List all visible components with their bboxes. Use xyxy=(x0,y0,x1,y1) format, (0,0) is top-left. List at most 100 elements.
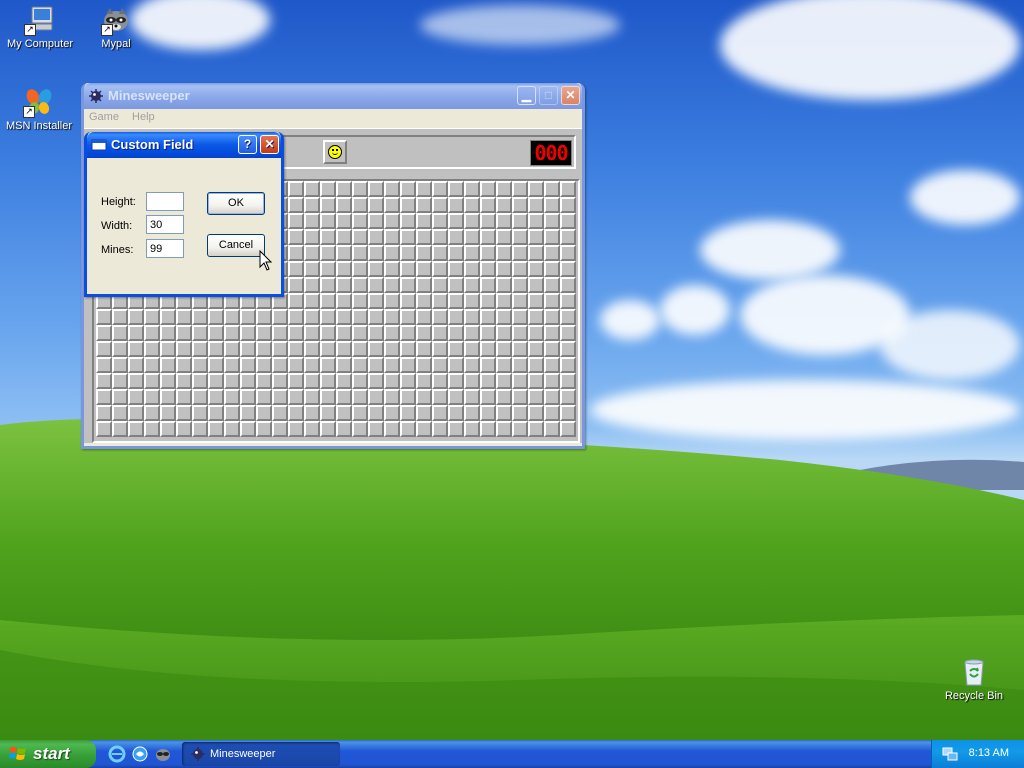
mine-cell[interactable] xyxy=(480,293,496,309)
mine-cell[interactable] xyxy=(560,309,576,325)
mine-cell[interactable] xyxy=(496,309,512,325)
mine-cell[interactable] xyxy=(496,261,512,277)
mine-cell[interactable] xyxy=(384,197,400,213)
mine-cell[interactable] xyxy=(544,213,560,229)
mine-cell[interactable] xyxy=(160,357,176,373)
mine-cell[interactable] xyxy=(352,261,368,277)
mine-cell[interactable] xyxy=(512,229,528,245)
mine-cell[interactable] xyxy=(320,405,336,421)
mine-cell[interactable] xyxy=(176,421,192,437)
mine-cell[interactable] xyxy=(416,293,432,309)
mine-cell[interactable] xyxy=(400,309,416,325)
mine-cell[interactable] xyxy=(416,325,432,341)
mine-cell[interactable] xyxy=(224,341,240,357)
mine-cell[interactable] xyxy=(512,325,528,341)
mine-cell[interactable] xyxy=(512,197,528,213)
mine-cell[interactable] xyxy=(496,357,512,373)
mine-cell[interactable] xyxy=(528,421,544,437)
mine-cell[interactable] xyxy=(480,229,496,245)
mine-cell[interactable] xyxy=(368,197,384,213)
mine-cell[interactable] xyxy=(336,213,352,229)
mine-cell[interactable] xyxy=(512,245,528,261)
mine-cell[interactable] xyxy=(480,325,496,341)
mine-cell[interactable] xyxy=(448,389,464,405)
mine-cell[interactable] xyxy=(496,373,512,389)
mine-cell[interactable] xyxy=(144,405,160,421)
mine-cell[interactable] xyxy=(400,245,416,261)
dialog-close-button[interactable]: ✕ xyxy=(260,135,279,154)
mine-cell[interactable] xyxy=(416,373,432,389)
mine-cell[interactable] xyxy=(432,261,448,277)
mine-cell[interactable] xyxy=(560,181,576,197)
mine-cell[interactable] xyxy=(336,277,352,293)
mine-cell[interactable] xyxy=(560,293,576,309)
mine-cell[interactable] xyxy=(448,357,464,373)
mine-cell[interactable] xyxy=(528,277,544,293)
mine-cell[interactable] xyxy=(544,197,560,213)
mine-cell[interactable] xyxy=(384,309,400,325)
mine-cell[interactable] xyxy=(544,357,560,373)
mine-cell[interactable] xyxy=(336,181,352,197)
mine-cell[interactable] xyxy=(320,309,336,325)
width-field[interactable] xyxy=(146,215,184,234)
mine-cell[interactable] xyxy=(528,293,544,309)
mine-cell[interactable] xyxy=(384,325,400,341)
mine-cell[interactable] xyxy=(336,389,352,405)
mine-cell[interactable] xyxy=(336,373,352,389)
mine-cell[interactable] xyxy=(416,405,432,421)
mine-cell[interactable] xyxy=(416,213,432,229)
mine-cell[interactable] xyxy=(432,197,448,213)
mine-cell[interactable] xyxy=(320,181,336,197)
mine-cell[interactable] xyxy=(336,341,352,357)
mine-cell[interactable] xyxy=(128,309,144,325)
mine-cell[interactable] xyxy=(352,229,368,245)
mine-cell[interactable] xyxy=(144,357,160,373)
mine-cell[interactable] xyxy=(544,325,560,341)
mine-cell[interactable] xyxy=(176,309,192,325)
mine-cell[interactable] xyxy=(432,309,448,325)
mine-cell[interactable] xyxy=(352,325,368,341)
mine-cell[interactable] xyxy=(128,405,144,421)
mine-cell[interactable] xyxy=(352,373,368,389)
mine-cell[interactable] xyxy=(480,309,496,325)
mine-cell[interactable] xyxy=(288,341,304,357)
mine-cell[interactable] xyxy=(432,213,448,229)
mine-cell[interactable] xyxy=(416,309,432,325)
desktop-icon-my-computer[interactable]: ↗ My Computer xyxy=(0,4,80,50)
mine-cell[interactable] xyxy=(416,277,432,293)
mine-cell[interactable] xyxy=(416,389,432,405)
mine-cell[interactable] xyxy=(528,373,544,389)
maximize-button[interactable]: □ xyxy=(539,86,558,105)
mine-cell[interactable] xyxy=(448,181,464,197)
mine-cell[interactable] xyxy=(368,293,384,309)
mine-cell[interactable] xyxy=(352,293,368,309)
mine-cell[interactable] xyxy=(288,213,304,229)
mine-cell[interactable] xyxy=(368,261,384,277)
mine-cell[interactable] xyxy=(368,421,384,437)
mine-cell[interactable] xyxy=(416,261,432,277)
mine-cell[interactable] xyxy=(384,293,400,309)
mine-cell[interactable] xyxy=(528,213,544,229)
start-button[interactable]: start xyxy=(0,740,96,768)
mine-cell[interactable] xyxy=(96,389,112,405)
mine-cell[interactable] xyxy=(144,421,160,437)
mine-cell[interactable] xyxy=(544,277,560,293)
internet-explorer-icon[interactable] xyxy=(108,745,126,763)
mine-cell[interactable] xyxy=(96,373,112,389)
mine-cell[interactable] xyxy=(560,389,576,405)
mine-cell[interactable] xyxy=(464,181,480,197)
mine-cell[interactable] xyxy=(384,277,400,293)
mine-cell[interactable] xyxy=(560,373,576,389)
menu-help[interactable]: Help xyxy=(127,109,160,125)
mine-cell[interactable] xyxy=(144,341,160,357)
mine-cell[interactable] xyxy=(464,325,480,341)
mine-cell[interactable] xyxy=(320,357,336,373)
mine-cell[interactable] xyxy=(416,229,432,245)
mine-cell[interactable] xyxy=(432,373,448,389)
mine-cell[interactable] xyxy=(144,309,160,325)
mine-cell[interactable] xyxy=(240,421,256,437)
mine-cell[interactable] xyxy=(512,357,528,373)
mine-cell[interactable] xyxy=(432,181,448,197)
mine-cell[interactable] xyxy=(384,341,400,357)
mine-cell[interactable] xyxy=(512,309,528,325)
